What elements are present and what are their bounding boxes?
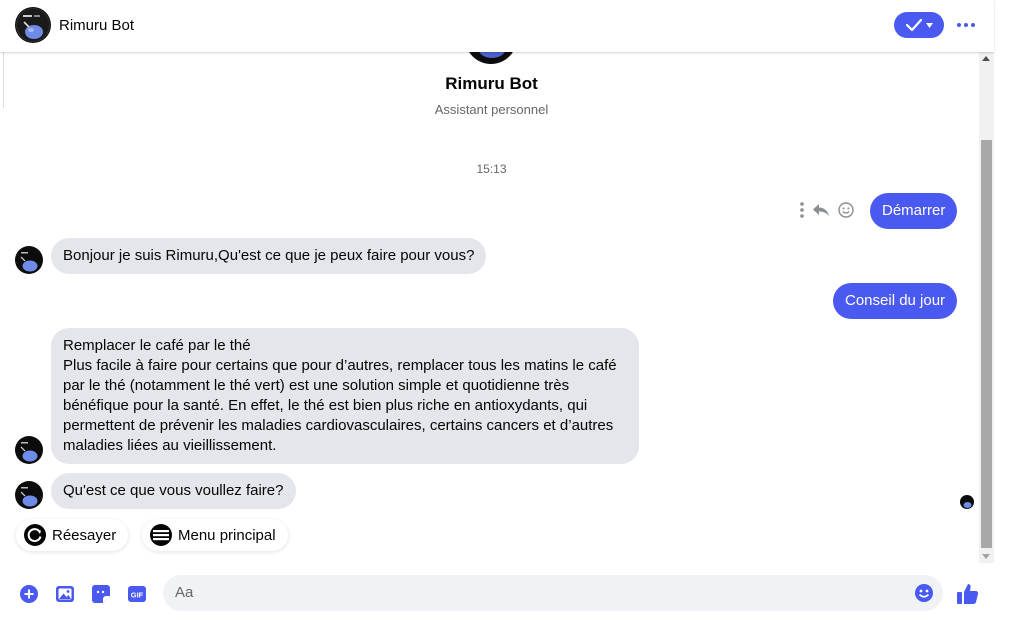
image-icon[interactable]	[55, 584, 75, 604]
user-message-bubble[interactable]: Démarrer	[870, 193, 958, 229]
quick-reply-retry[interactable]: Réesayer	[16, 519, 129, 551]
message-line: permettent de prévenir les maladies card…	[63, 417, 614, 434]
message-line: par le thé (notamment le thé vert) est u…	[63, 377, 570, 394]
quick-reply-label: Réesayer	[52, 526, 117, 544]
message-line: bénéfique pour la santé. En effet, le th…	[63, 397, 588, 414]
more-vertical-icon[interactable]	[800, 202, 804, 218]
refresh-icon	[24, 524, 46, 546]
sticker-icon[interactable]	[91, 584, 111, 604]
quick-reply-label: Menu principal	[178, 526, 276, 544]
message-input-placeholder: Aa	[175, 584, 194, 601]
profile-avatar	[469, 52, 513, 64]
message-text: Bonjour je suis Rimuru,Qu'est ce que je …	[63, 247, 475, 264]
window-edge	[994, 0, 1009, 623]
message-line: Remplacer le café par le thé	[63, 337, 251, 354]
scroll-down-arrow[interactable]	[982, 554, 990, 559]
more-options-button[interactable]	[952, 11, 980, 39]
message-input[interactable]: Aa	[163, 575, 943, 611]
bot-message-avatar	[15, 481, 43, 509]
scroll-up-arrow[interactable]	[982, 56, 990, 61]
plus-icon[interactable]	[19, 584, 39, 604]
bot-message-avatar	[15, 436, 43, 464]
bot-avatar[interactable]	[15, 7, 51, 43]
message-text: Démarrer	[882, 202, 946, 219]
profile-name: Rimuru Bot	[445, 74, 538, 93]
conversation-area: Rimuru Bot Assistant personnel 15:13 Dém…	[4, 52, 979, 563]
reply-icon[interactable]	[812, 203, 830, 217]
svg-text:GIF: GIF	[131, 591, 144, 600]
message-text: Conseil du jour	[845, 292, 946, 309]
messenger-window: Rimuru Bot Rimuru Bot Assistant personne…	[0, 0, 1009, 623]
read-receipt-avatar	[960, 495, 974, 509]
menu-icon	[150, 524, 172, 546]
bot-message-bubble[interactable]: Remplacer le café par le thé Plus facile…	[51, 328, 639, 464]
chat-scrollbar[interactable]	[979, 52, 994, 563]
more-horizontal-icon	[957, 23, 975, 27]
bot-message-bubble[interactable]: Bonjour je suis Rimuru,Qu'est ce que je …	[51, 238, 487, 274]
status-dropdown-button[interactable]	[894, 12, 944, 38]
quick-reply-main-menu[interactable]: Menu principal	[142, 519, 288, 551]
bot-message-bubble[interactable]: Qu'est ce que vous voullez faire?	[51, 473, 296, 509]
scroll-thumb[interactable]	[981, 140, 992, 548]
user-message-bubble[interactable]: Conseil du jour	[833, 283, 958, 319]
caret-down-icon	[926, 22, 933, 28]
bot-message-avatar	[15, 246, 43, 274]
emoji-icon[interactable]	[914, 583, 934, 603]
check-icon	[905, 18, 923, 32]
message-line: maladies liées au vieillissement.	[63, 437, 277, 454]
header-title: Rimuru Bot	[59, 17, 135, 34]
react-emoji-icon[interactable]	[838, 202, 854, 218]
message-text: Qu'est ce que vous voullez faire?	[63, 482, 284, 499]
message-line: Plus facile à faire pour certains que po…	[63, 357, 617, 374]
message-actions	[800, 202, 854, 218]
message-composer: GIF Aa	[0, 563, 994, 623]
profile-subtitle: Assistant personnel	[434, 102, 549, 117]
thumbs-up-icon[interactable]	[955, 581, 981, 607]
gif-icon[interactable]: GIF	[127, 584, 147, 604]
chat-header: Rimuru Bot	[0, 0, 994, 52]
message-timestamp: 15:13	[476, 162, 507, 176]
